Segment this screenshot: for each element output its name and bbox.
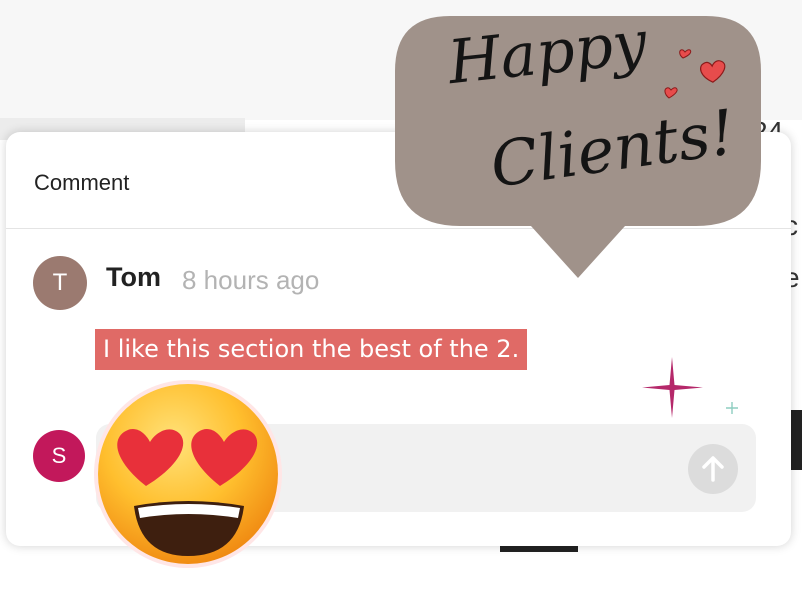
sparkle-icon	[642, 357, 703, 418]
comment-text: I like this section the best of the 2.	[95, 329, 528, 370]
sparkle-small-icon	[726, 402, 738, 414]
background-dark-bar	[500, 546, 578, 552]
background-dark-block	[790, 410, 802, 470]
hearts-icon	[664, 49, 726, 99]
send-button[interactable]	[688, 444, 738, 494]
arrow-up-icon	[702, 456, 724, 482]
dialog-title: Comment	[34, 170, 130, 195]
current-user-avatar: S	[33, 430, 85, 482]
comment-timestamp: 8 hours ago	[182, 265, 320, 295]
comment-author: Tom	[106, 262, 161, 292]
avatar: T	[33, 256, 87, 310]
heart-eyes-emoji-icon	[94, 380, 282, 568]
